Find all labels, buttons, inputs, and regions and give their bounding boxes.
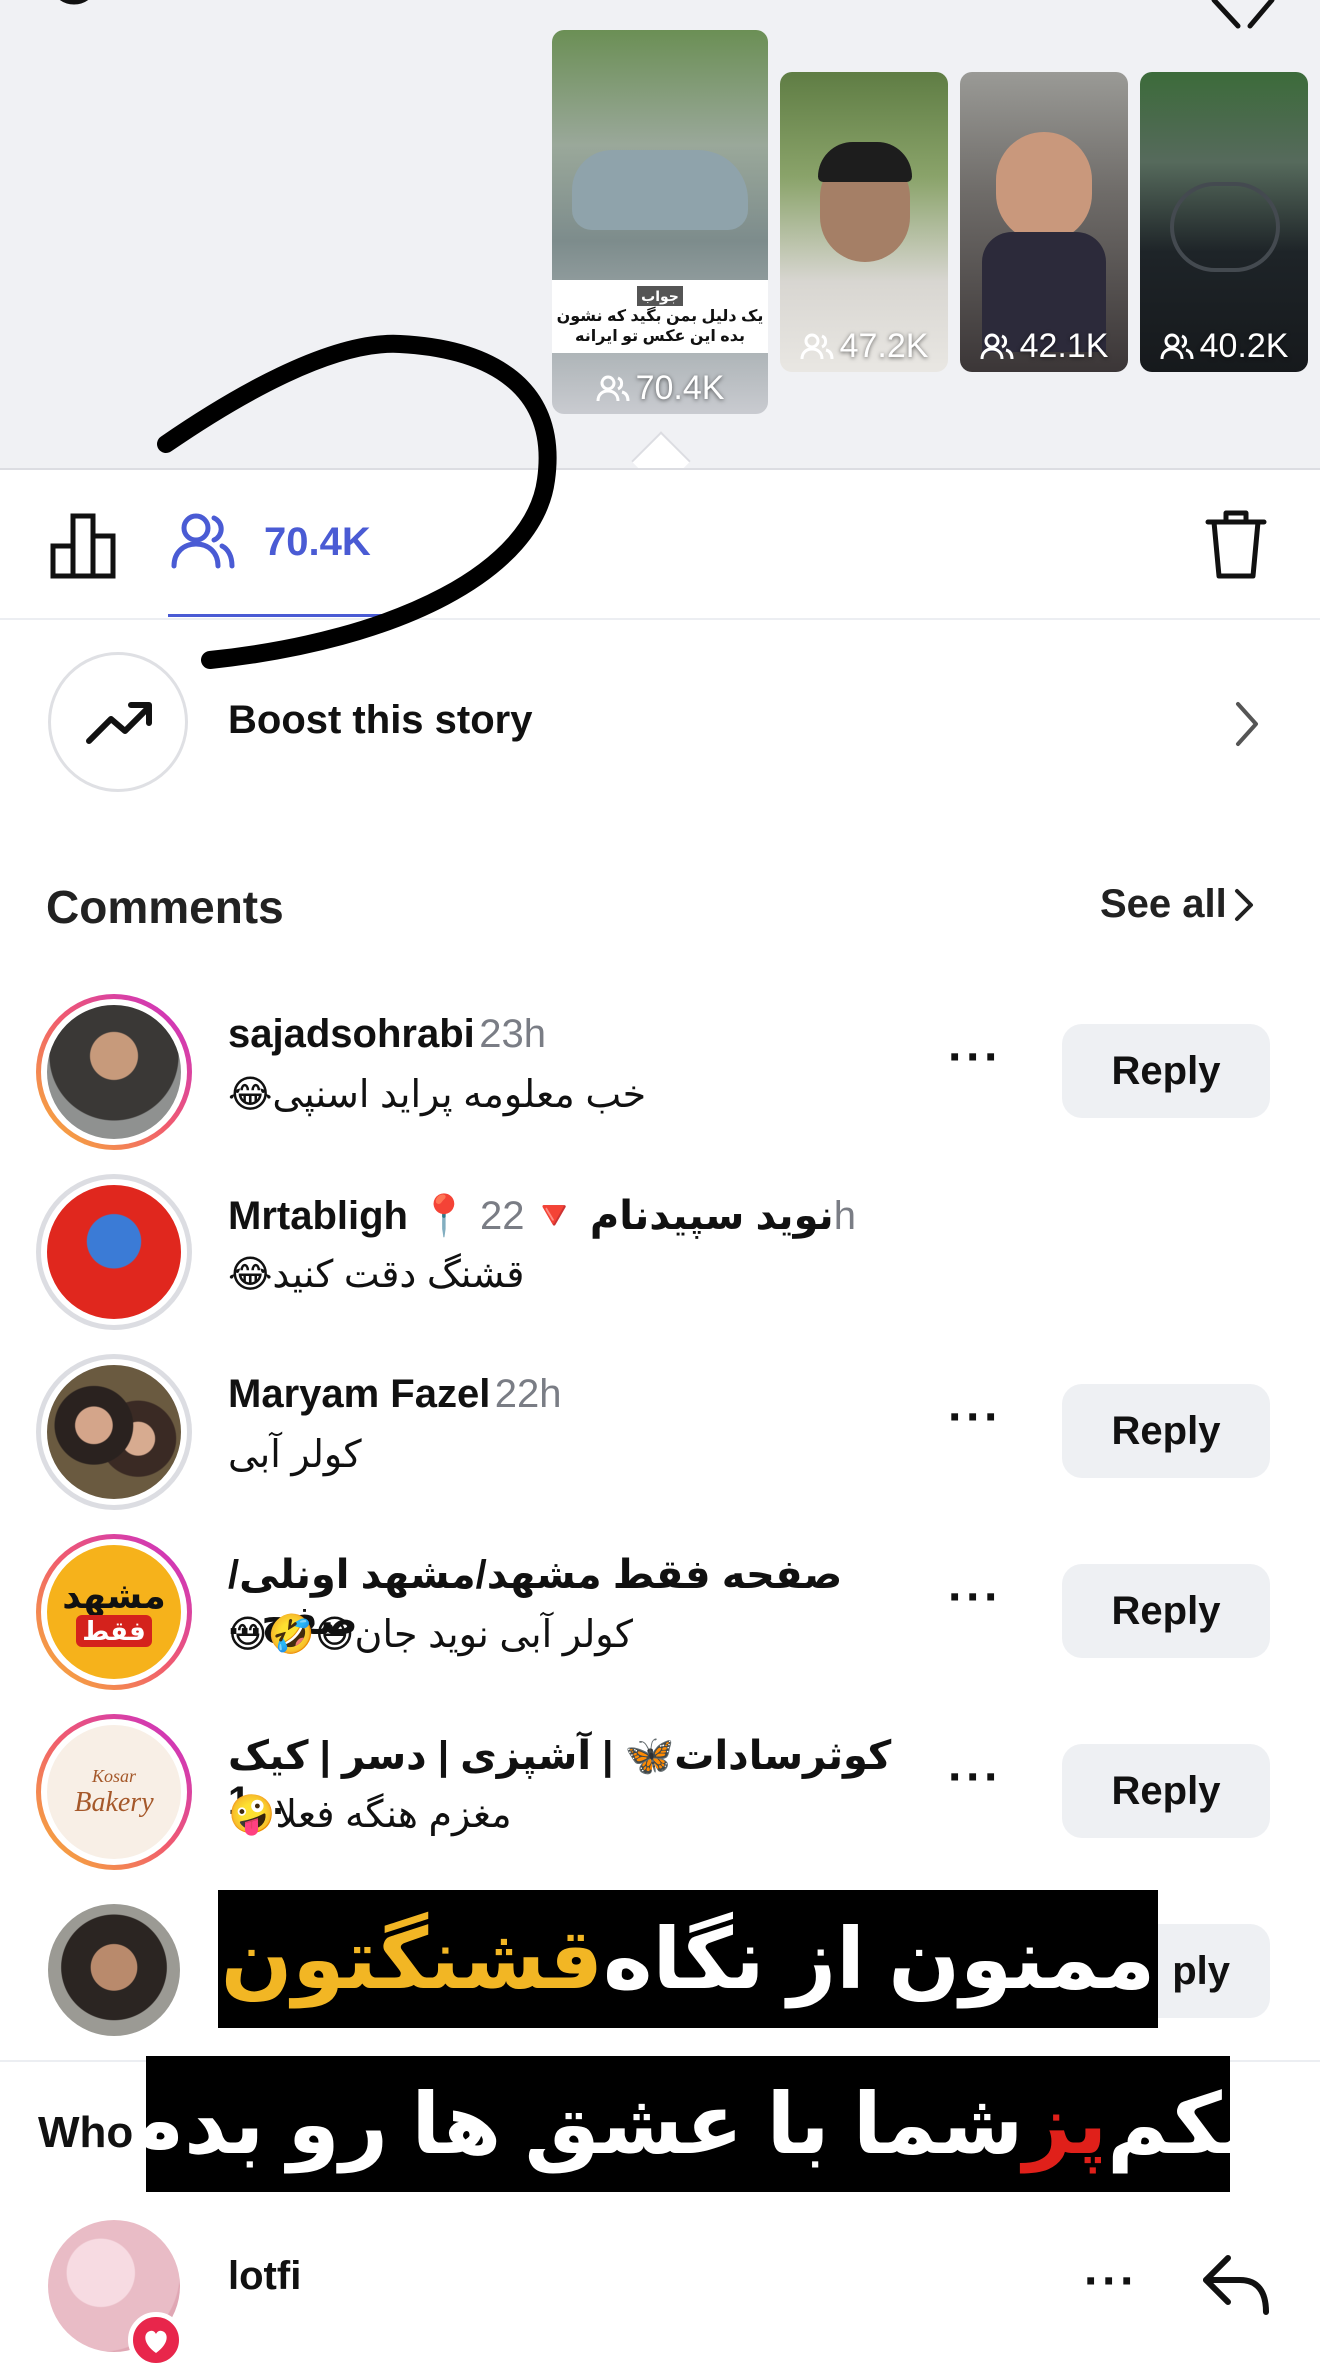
boost-icon-circle: [48, 652, 188, 792]
comment-row: Mrtabligh 📍 نوید سپیدنام 🔻 22h قشنگ دقت …: [0, 1170, 1320, 1334]
comment-text: خب معلومه پراید اسنپی😂: [228, 1074, 647, 1116]
story-views: 42.1K: [960, 327, 1128, 366]
comment-text: کولر آبی: [228, 1434, 362, 1476]
comment-meta: Maryam Fazel 22h: [228, 1372, 562, 1417]
comment-row: Kosar Bakery کوثرسادات🦋 | آشپزی | دسر | …: [0, 1710, 1320, 1874]
viewer-row: lotfi ···: [0, 2210, 1320, 2368]
story-views: 40.2K: [1140, 327, 1308, 366]
story-views: 47.2K: [780, 327, 948, 366]
reply-button[interactable]: Reply: [1062, 1384, 1270, 1478]
reply-label-partial: ply: [1172, 1948, 1230, 1993]
comment-text: مغزم هنگه فعلا🤪: [228, 1794, 512, 1836]
overlay-line2-text-a: یکم: [1107, 2077, 1254, 2171]
comment-username[interactable]: sajadsohrabi: [228, 1012, 475, 1056]
story-thumbnail[interactable]: 40.2K: [1140, 72, 1308, 372]
story-caption-card: جواب یک دلیل بمن بگید که نشون بده این عک…: [552, 280, 768, 353]
comment-username[interactable]: Maryam Fazel: [228, 1372, 490, 1416]
see-all-label: See all: [1100, 882, 1227, 926]
avatar[interactable]: مشهد فقط: [36, 1534, 192, 1690]
avatar-text: Kosar: [91, 1765, 136, 1786]
reply-button[interactable]: Reply: [1062, 1564, 1270, 1658]
comments-heading: Comments: [46, 881, 284, 933]
story-thumbnail[interactable]: 47.2K: [780, 72, 948, 372]
insights-bar-chart-icon[interactable]: [50, 510, 120, 580]
chevron-right-icon: [1234, 888, 1253, 921]
more-options-icon[interactable]: ···: [948, 1390, 1002, 1445]
overlay-line1-text: ممنون از نگاه: [602, 1912, 1156, 2006]
heart-icon: [145, 2330, 167, 2353]
boost-label: Boost this story: [228, 698, 533, 742]
close-icon[interactable]: [1210, 0, 1280, 30]
avatar[interactable]: [48, 1904, 180, 2036]
avatar[interactable]: [36, 1354, 192, 1510]
avatar-text: مشهد: [62, 1575, 166, 1616]
delete-trash-icon[interactable]: [1204, 508, 1268, 580]
more-options-icon[interactable]: ···: [948, 1750, 1002, 1805]
story-car-image: [572, 150, 748, 230]
comment-row: Maryam Fazel 22h کولر آبی ··· Reply: [0, 1350, 1320, 1514]
more-options-icon[interactable]: ···: [1084, 2254, 1138, 2309]
story-person-image: [996, 132, 1092, 242]
viewers-icon: [800, 333, 834, 359]
story-caption-text: یک دلیل بمن بگید که نشون بده این عکس تو …: [556, 308, 764, 345]
hand-drawn-scribble: [157, 334, 557, 669]
comment-username[interactable]: Mrtabligh 📍 نوید سپیدنام 🔻: [228, 1194, 834, 1238]
comment-text: کولر آبی نوید جان😄🤣😄: [228, 1614, 633, 1656]
see-all-link[interactable]: See all: [1100, 882, 1255, 927]
comment-row: sajadsohrabi 23h خب معلومه پراید اسنپی😂 …: [0, 990, 1320, 1154]
comment-time: 23h: [479, 1012, 546, 1056]
story-views-count: 70.4K: [635, 369, 725, 407]
more-options-icon[interactable]: ···: [948, 1570, 1002, 1625]
reply-arrow-icon[interactable]: [1200, 2252, 1272, 2316]
story-views-count: 40.2K: [1199, 327, 1289, 365]
overlay-caption-line-2: یکم پز شما با عشق ها رو بدم: [123, 2056, 1253, 2192]
viewer-username[interactable]: lotfi: [228, 2254, 301, 2299]
overlay-line1-highlight: قشنگتون: [220, 1912, 603, 2006]
comment-meta: Mrtabligh 📍 نوید سپیدنام 🔻 22h: [228, 1192, 856, 1239]
reply-button[interactable]: Reply: [1062, 1024, 1270, 1118]
story-thumbnail-selected[interactable]: جواب یک دلیل بمن بگید که نشون بده این عک…: [552, 30, 768, 414]
story-thumbnail[interactable]: 42.1K: [960, 72, 1128, 372]
avatar[interactable]: [36, 994, 192, 1150]
more-options-icon[interactable]: ···: [948, 1030, 1002, 1085]
viewers-icon: [596, 375, 630, 401]
comment-text: قشنگ دقت کنید😂: [228, 1254, 525, 1296]
avatar[interactable]: Kosar Bakery: [36, 1714, 192, 1870]
story-caption-tag: جواب: [637, 286, 683, 306]
overlay-line2-text-b: شما با عشق ها رو بدم: [122, 2077, 1024, 2171]
who-section-heading: Who: [38, 2108, 134, 2157]
comment-time: 22h: [494, 1372, 562, 1416]
settings-gear-icon[interactable]: [34, 0, 114, 30]
chevron-right-icon: [1236, 702, 1258, 746]
boost-story-row[interactable]: Boost this story: [0, 636, 1320, 812]
overlay-line2-highlight: پز: [1023, 2077, 1108, 2171]
trending-up-icon: [86, 702, 152, 744]
comment-row: مشهد فقط صفحه فقط مشهد/مشهد اونلی/صفح...…: [0, 1530, 1320, 1694]
story-person-cap: [818, 142, 912, 182]
story-views: 70.4K: [552, 369, 768, 408]
avatar-subtext: Bakery: [74, 1786, 154, 1818]
like-heart-badge: [128, 2312, 184, 2368]
story-dashboard-image: [1170, 182, 1280, 272]
story-views-count: 42.1K: [1019, 327, 1109, 365]
overlay-caption-line-1: ممنون از نگاه قشنگتون: [218, 1890, 1158, 2028]
viewers-icon: [1160, 333, 1194, 359]
comment-meta: sajadsohrabi 23h: [228, 1012, 546, 1057]
avatar-subtext: فقط: [76, 1615, 152, 1647]
avatar[interactable]: [36, 1174, 192, 1330]
story-views-count: 47.2K: [839, 327, 929, 365]
reply-button[interactable]: Reply: [1062, 1744, 1270, 1838]
viewers-icon: [980, 333, 1014, 359]
